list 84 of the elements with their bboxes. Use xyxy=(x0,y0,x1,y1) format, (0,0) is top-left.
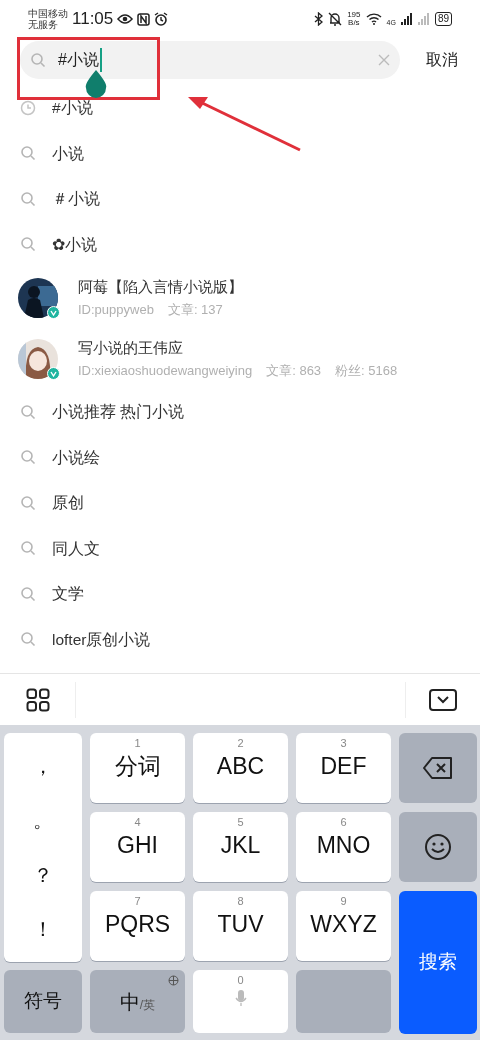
keyboard-key[interactable]: 2 ABC xyxy=(193,733,288,803)
keyboard-key[interactable]: 1 分词 xyxy=(90,733,185,803)
suggestion-text: 文学 xyxy=(52,584,84,605)
user-id: ID:xiexiaoshuodewangweiying xyxy=(78,362,253,380)
battery-indicator: 89 xyxy=(434,12,452,26)
smiley-icon xyxy=(424,833,452,861)
service-status: 无服务 xyxy=(28,19,58,30)
cancel-button[interactable]: 取消 xyxy=(426,48,458,72)
suggestion-text: 小说推荐 热门小说 xyxy=(52,402,185,423)
user-result[interactable]: 阿莓【陷入言情小说版】 ID:puppyweb 文章: 137 xyxy=(0,267,480,328)
alarm-icon xyxy=(154,12,169,26)
keyboard-key[interactable]: 9 WXYZ xyxy=(296,891,391,961)
signal-icon xyxy=(417,13,430,25)
search-icon xyxy=(20,494,36,511)
suggestion-text: 原创 xyxy=(52,493,84,514)
search-icon xyxy=(20,449,36,466)
symbols-key[interactable]: 符号 xyxy=(4,970,82,1033)
speed-unit: B/s xyxy=(348,19,360,27)
suggestion-text: #小说 xyxy=(52,98,93,119)
punctuation-key[interactable]: ， xyxy=(33,751,53,782)
search-icon xyxy=(30,52,46,68)
backspace-icon xyxy=(423,757,453,779)
search-icon xyxy=(20,403,36,420)
space-key[interactable]: 0 xyxy=(193,970,288,1033)
suggestion-item[interactable]: 同人文 xyxy=(0,525,480,571)
user-result[interactable]: 写小说的王伟应 ID:xiexiaoshuodewangweiying 文章: 863 粉丝: 5168 xyxy=(0,328,480,389)
cursor-handle-icon xyxy=(84,70,108,98)
wifi-icon xyxy=(365,13,382,25)
keyboard-key[interactable]: 4 GHI xyxy=(90,812,185,882)
keyboard-key[interactable]: 7 PQRS xyxy=(90,891,185,961)
user-id: ID:puppyweb xyxy=(78,301,154,319)
suggestion-text: 小说 xyxy=(52,143,84,164)
nfc-icon xyxy=(137,12,151,26)
keyboard-key[interactable]: 6 MNO xyxy=(296,812,391,882)
emoji-key[interactable] xyxy=(399,812,477,882)
suggestion-text: ＃小说 xyxy=(52,189,100,210)
keyboard-key[interactable]: 3 DEF xyxy=(296,733,391,803)
eye-icon xyxy=(117,13,134,25)
suggestion-item[interactable]: #小说 xyxy=(0,85,480,131)
suggestion-item[interactable]: 原创 xyxy=(0,480,480,526)
language-key[interactable]: 中/英 xyxy=(90,970,185,1033)
grid-icon[interactable] xyxy=(25,687,50,712)
muted-bell-icon xyxy=(328,12,343,26)
suggestion-item[interactable]: ✿小说 xyxy=(0,221,480,267)
suggestion-item[interactable]: ＃小说 xyxy=(0,176,480,222)
user-stat: 文章: 863 xyxy=(266,362,322,380)
user-stat: 文章: 137 xyxy=(167,301,223,319)
signal-icon xyxy=(400,13,413,25)
clock: 11:05 xyxy=(72,8,114,31)
search-icon xyxy=(20,631,36,648)
suggestion-text: 小说绘 xyxy=(52,447,100,468)
punctuation-key[interactable]: ！ xyxy=(33,913,53,944)
backspace-key[interactable] xyxy=(399,733,477,803)
search-icon xyxy=(20,145,36,162)
search-icon xyxy=(20,236,36,253)
keyboard-key[interactable]: 5 JKL xyxy=(193,812,288,882)
history-icon xyxy=(20,99,36,116)
search-icon xyxy=(20,190,36,207)
suggestion-item[interactable]: 文学 xyxy=(0,571,480,617)
punctuation-key[interactable]: ？ xyxy=(33,859,53,890)
user-name: 写小说的王伟应 xyxy=(78,337,184,358)
user-name: 阿莓【陷入言情小说版】 xyxy=(78,276,243,297)
avatar xyxy=(18,338,58,379)
search-field[interactable]: #小说 xyxy=(20,41,400,79)
bluetooth-icon xyxy=(314,12,324,26)
punctuation-key[interactable]: 。 xyxy=(33,805,53,836)
carrier-name: 中国移动 xyxy=(28,8,68,19)
suggestion-item[interactable]: 小说 xyxy=(0,130,480,176)
search-icon xyxy=(20,585,36,602)
user-stat: 粉丝: 5168 xyxy=(335,362,398,380)
suggestion-item[interactable]: 小说绘 xyxy=(0,434,480,480)
microphone-icon xyxy=(234,988,247,1007)
search-icon xyxy=(20,540,36,557)
search-key[interactable]: 搜索 xyxy=(399,891,477,1034)
suggestion-text: lofter原创小说 xyxy=(52,629,151,650)
keyboard-key[interactable]: 8 TUV xyxy=(193,891,288,961)
globe-icon xyxy=(168,975,179,986)
hide-keyboard-icon[interactable] xyxy=(429,688,457,711)
speed-value: 195 xyxy=(347,11,361,19)
suggestion-text: 同人文 xyxy=(52,538,100,559)
suggestion-item[interactable]: 小说推荐 热门小说 xyxy=(0,389,480,435)
suggestion-item[interactable]: lofter原创小说 xyxy=(0,616,480,662)
avatar xyxy=(18,277,58,318)
suggestion-text: ✿小说 xyxy=(52,234,97,255)
